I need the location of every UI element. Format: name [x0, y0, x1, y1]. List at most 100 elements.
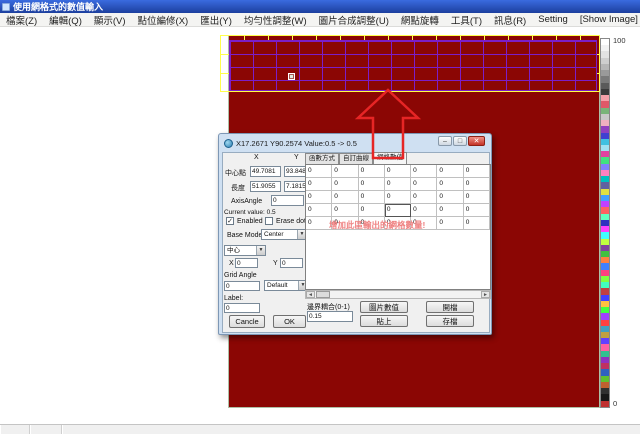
grid-cell[interactable]: 0 [464, 165, 490, 178]
grid-cell[interactable]: 0 [437, 165, 463, 178]
enabled-label: Enabled [237, 218, 263, 225]
grid-cell[interactable]: 0 [385, 165, 411, 178]
menu-item-11[interactable]: Setting [532, 14, 574, 25]
offset-x-input[interactable]: 0 [235, 258, 258, 268]
offset-x-label: X [229, 260, 234, 267]
grid-angle-mode-select[interactable]: Default ▼ [264, 280, 308, 291]
scroll-left-icon[interactable]: ◄ [306, 291, 315, 298]
grid-cell[interactable]: 0 [359, 204, 385, 217]
chevron-down-icon[interactable]: ▼ [256, 246, 265, 255]
tab-3[interactable]: 網格數值 [373, 152, 407, 164]
menu-item-5[interactable]: 匯出(Y) [194, 13, 238, 27]
grid-cell[interactable]: 0 [306, 165, 332, 178]
horizontal-scrollbar[interactable]: ◄ ► [305, 290, 491, 299]
grid-cell[interactable]: 0 [359, 191, 385, 204]
offset-y-input[interactable]: 0 [280, 258, 303, 268]
grid-cell[interactable]: 0 [411, 191, 437, 204]
length-x-input[interactable]: 51.9055 [250, 181, 281, 192]
grid-angle-label: Grid Angle [224, 272, 257, 279]
menu-item-6[interactable]: 均勻性調整(W) [238, 13, 313, 27]
grid-cell[interactable]: 0 [332, 165, 358, 178]
grid-cell[interactable]: 0 [437, 217, 463, 230]
erase-dots-checkbox[interactable] [265, 217, 273, 225]
menu-item-9[interactable]: 工具(T) [445, 13, 488, 27]
ok-button[interactable]: OK [273, 315, 306, 328]
label-input[interactable]: 0 [224, 303, 260, 313]
image-values-button[interactable]: 圖片數值 [360, 301, 408, 313]
colorbar-max-label: 100 [613, 36, 626, 45]
current-value-label: Current value: 0.5 [224, 209, 276, 216]
menu-item-7[interactable]: 圖片合成調整(U) [313, 13, 395, 27]
grid-row: 0000000 [306, 165, 490, 178]
axis-angle-input[interactable]: 0 [271, 195, 304, 206]
grid-cell[interactable]: 0 [332, 204, 358, 217]
window-title: 使用網格式的數值輸入 [13, 0, 103, 13]
menu-item-4[interactable]: 點位編修(X) [132, 13, 195, 27]
boundary-blend-input[interactable]: 0.15 [307, 311, 353, 322]
colorbar-min-label: 0 [613, 399, 617, 408]
grid-cell[interactable]: 0 [306, 204, 332, 217]
grid-cell[interactable]: 0 [464, 178, 490, 191]
column-header-y: Y [294, 154, 299, 161]
colorbar-swatch [601, 401, 609, 407]
grid-row: 0000000 [306, 204, 490, 217]
grid-cell[interactable]: 0 [411, 204, 437, 217]
axis-angle-label: AxisAngle [231, 198, 262, 205]
dialog-maximize-button[interactable]: □ [453, 136, 467, 146]
label-label: Label: [224, 295, 243, 302]
offset-y-label: Y [273, 260, 278, 267]
grid-cell[interactable]: 0 [359, 165, 385, 178]
grid-cell[interactable]: 0 [437, 204, 463, 217]
menu-item-12[interactable]: [Show Image] [574, 14, 640, 25]
dialog-tabs: 函數方式自訂曲線網格數值 [305, 153, 407, 164]
grid-cell[interactable]: 0 [464, 204, 490, 217]
tab-1[interactable]: 函數方式 [305, 153, 339, 164]
menu-item-3[interactable]: 顯示(V) [88, 13, 132, 27]
base-mode-label: Base Mode [227, 232, 262, 239]
grid-cell[interactable]: 0 [306, 178, 332, 191]
scrollbar-thumb[interactable] [316, 291, 330, 298]
grid-cell[interactable]: 0 [437, 191, 463, 204]
enabled-checkbox[interactable]: ✓ [226, 217, 234, 225]
grid-cell[interactable]: 0 [464, 217, 490, 230]
grid-cell[interactable]: 0 [437, 178, 463, 191]
menu-item-2[interactable]: 編輯(Q) [43, 13, 88, 27]
dialog-minimize-button[interactable]: – [438, 136, 452, 146]
grid-cell[interactable]: 0 [411, 178, 437, 191]
grid-cell[interactable]: 0 [332, 178, 358, 191]
menu-item-10[interactable]: 訊息(R) [488, 13, 532, 27]
grid-cell[interactable]: 0 [385, 191, 411, 204]
menu-item-8[interactable]: 網點旋轉 [395, 13, 445, 27]
dialog-title: X17.2671 Y90.2574 Value:0.5 -> 0.5 [236, 139, 357, 148]
purple-grid-overlay [229, 40, 597, 91]
scroll-right-icon[interactable]: ► [481, 291, 490, 298]
status-cell [30, 425, 62, 434]
scrollbar-track[interactable] [315, 291, 481, 298]
application-window: 使用網格式的數值輸入 檔案(Z)編輯(Q)顯示(V)點位編修(X)匯出(Y)均勻… [0, 0, 640, 434]
open-file-button[interactable]: 開檔 [426, 301, 474, 313]
grid-cell[interactable]: 0 [385, 204, 411, 217]
grid-cell[interactable]: 0 [464, 191, 490, 204]
status-bar [0, 424, 640, 434]
tab-2[interactable]: 自訂曲線 [339, 153, 373, 164]
grid-cell[interactable]: 0 [359, 178, 385, 191]
grid-cell[interactable]: 0 [306, 191, 332, 204]
app-icon [2, 3, 10, 11]
paste-button[interactable]: 貼上 [360, 315, 408, 327]
center-x-input[interactable]: 49.7081 [250, 166, 281, 177]
anchor-select[interactable]: 中心 ▼ [224, 245, 266, 256]
base-mode-select[interactable]: Center ▼ [261, 229, 307, 240]
cancel-button[interactable]: Cancle [229, 315, 265, 328]
dialog-close-button[interactable]: ✕ [468, 136, 485, 146]
menu-bar: 檔案(Z)編輯(Q)顯示(V)點位編修(X)匯出(Y)均勻性調整(W)圖片合成調… [0, 13, 640, 27]
grid-cell[interactable]: 0 [332, 191, 358, 204]
status-cell [62, 425, 640, 434]
grid-cell[interactable]: 0 [411, 165, 437, 178]
menu-item-1[interactable]: 檔案(Z) [0, 13, 43, 27]
grid-cell[interactable]: 0 [385, 178, 411, 191]
center-label: 中心點 [225, 168, 246, 178]
status-cell [0, 425, 30, 434]
grid-angle-input[interactable]: 0 [224, 281, 260, 291]
annotation-note: 增加此區輸出的網格數量! [329, 219, 425, 231]
save-file-button[interactable]: 存檔 [426, 315, 474, 327]
